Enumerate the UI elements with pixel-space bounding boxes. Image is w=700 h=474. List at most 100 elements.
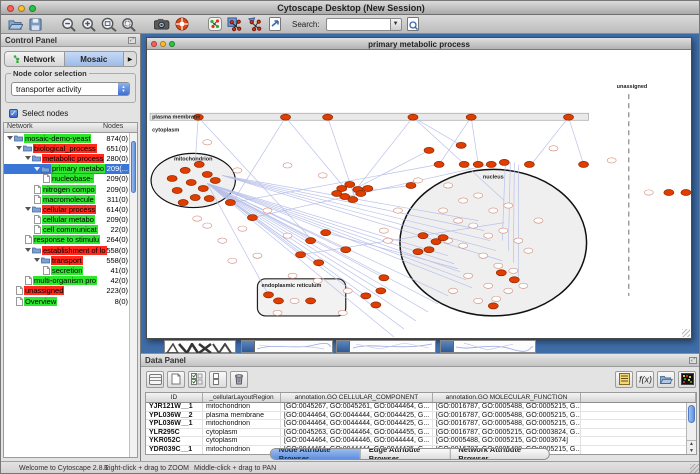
tree-row-macromolecule[interactable]: macromolecule311(0): [4, 194, 137, 204]
network-node-unselected[interactable]: [273, 310, 282, 315]
network-window-titlebar[interactable]: primary metabolic process: [147, 38, 691, 50]
tree-row-cellular-metabo[interactable]: cellular metabo209(0): [4, 215, 137, 225]
tree-row-biological-process[interactable]: biological_process651(0): [4, 143, 137, 153]
network-node-unselected[interactable]: [492, 296, 501, 301]
network-node[interactable]: [341, 247, 351, 253]
network-node-unselected[interactable]: [494, 263, 503, 268]
network-node-unselected[interactable]: [484, 283, 493, 288]
network-node-unselected[interactable]: [253, 253, 262, 258]
network-node[interactable]: [488, 303, 498, 309]
expand-triangle-icon[interactable]: [7, 136, 13, 140]
network-node[interactable]: [376, 288, 386, 294]
network-node-unselected[interactable]: [519, 283, 528, 288]
help-ring-icon[interactable]: [173, 16, 190, 32]
zoom-selected-region-icon[interactable]: [100, 16, 117, 32]
network-node-unselected[interactable]: [469, 223, 478, 228]
tree-row-primary-metabo[interactable]: primary metabo209(...: [4, 164, 137, 174]
zoom-out-icon[interactable]: [60, 16, 77, 32]
tab-overflow-arrow[interactable]: ▶: [124, 56, 136, 63]
network-node-unselected[interactable]: [238, 226, 247, 231]
tree-scrollbar-thumb[interactable]: [131, 141, 136, 193]
network-node-unselected[interactable]: [449, 288, 458, 293]
network-node[interactable]: [202, 171, 212, 177]
zoom-fit-icon[interactable]: [120, 16, 137, 32]
tree-row-transport[interactable]: transport558(0): [4, 255, 137, 265]
table-scrollbar-arrows[interactable]: ▲▼: [687, 440, 696, 454]
network-node[interactable]: [281, 114, 291, 120]
attribute-list-icon[interactable]: [615, 371, 633, 388]
network-node[interactable]: [466, 114, 476, 120]
layout-b-icon[interactable]: [246, 16, 263, 32]
unselect-attributes-icon[interactable]: [209, 371, 227, 388]
network-node-unselected[interactable]: [459, 243, 468, 248]
network-node[interactable]: [306, 238, 316, 244]
network-node[interactable]: [664, 189, 674, 195]
network-node[interactable]: [379, 275, 389, 281]
network-node[interactable]: [323, 114, 333, 120]
network-view-window[interactable]: primary metabolic process plasma membran…: [146, 37, 692, 339]
tree-row-cell-communicat[interactable]: cell communicat22(0): [4, 225, 137, 235]
search-options-icon[interactable]: [405, 16, 422, 32]
column-header-2[interactable]: _cellularLayoutRegion: [203, 393, 281, 402]
network-node-unselected[interactable]: [193, 216, 202, 221]
network-node[interactable]: [408, 114, 418, 120]
network-node[interactable]: [564, 114, 574, 120]
network-node[interactable]: [486, 161, 496, 167]
expand-triangle-icon[interactable]: [34, 167, 40, 171]
network-node[interactable]: [190, 195, 200, 201]
network-node[interactable]: [204, 196, 214, 202]
network-node[interactable]: [499, 159, 509, 165]
network-node-unselected[interactable]: [413, 178, 422, 183]
import-network-icon[interactable]: [266, 16, 283, 32]
network-node-unselected[interactable]: [474, 298, 483, 303]
column-header-3[interactable]: annotation.GO CELLULAR_COMPONENT: [281, 393, 433, 402]
tree-row-nitrogen-compo[interactable]: nitrogen compo209(0): [4, 184, 137, 194]
expand-triangle-icon[interactable]: [16, 146, 22, 150]
network-node[interactable]: [172, 187, 182, 193]
network-node[interactable]: [579, 161, 589, 167]
network-node-unselected[interactable]: [454, 218, 463, 223]
search-dropdown-icon[interactable]: ▼: [390, 18, 402, 31]
background-window-fragment[interactable]: [241, 340, 333, 353]
network-node-unselected[interactable]: [383, 238, 392, 243]
network-node-unselected[interactable]: [233, 168, 242, 173]
network-node-unselected[interactable]: [549, 146, 558, 151]
background-window-fragment[interactable]: [164, 340, 236, 353]
network-node-unselected[interactable]: [459, 198, 468, 203]
tab-edge-attribute-browser[interactable]: Edge Attribute Browser: [361, 449, 451, 459]
network-node-unselected[interactable]: [288, 273, 297, 278]
network-node[interactable]: [356, 190, 366, 196]
table-row-YLR295C[interactable]: YLR295Ccytoplasm[GO:0045263, GO:0044464,…: [146, 429, 696, 438]
new-attribute-icon[interactable]: [167, 371, 185, 388]
network-node[interactable]: [225, 200, 235, 206]
network-node[interactable]: [247, 215, 257, 221]
network-node[interactable]: [167, 175, 177, 181]
column-header-4[interactable]: annotation.GO MOLECULAR_FUNCTION: [433, 393, 581, 402]
network-node[interactable]: [321, 230, 331, 236]
network-node[interactable]: [681, 189, 691, 195]
network-node[interactable]: [524, 161, 534, 167]
network-canvas[interactable]: plasma membranecytoplasmmitochondrionnuc…: [147, 50, 691, 338]
network-node-unselected[interactable]: [203, 140, 212, 145]
network-node[interactable]: [371, 302, 381, 308]
network-node[interactable]: [424, 247, 434, 253]
tree-row-overview[interactable]: Overview8(0): [4, 296, 137, 306]
network-node[interactable]: [509, 277, 519, 283]
tab-network[interactable]: Network: [5, 52, 65, 66]
save-session-button[interactable]: [27, 16, 44, 32]
attribute-table-icon[interactable]: [146, 371, 164, 388]
network-node-unselected[interactable]: [534, 218, 543, 223]
network-node-unselected[interactable]: [318, 173, 327, 178]
table-row-YPL036W__1[interactable]: YPL036W__1mitochondrion[GO:0044464, GO:0…: [146, 420, 696, 429]
table-row-YKR052C[interactable]: YKR052Ccytoplasm[GO:0044464, GO:0044446,…: [146, 437, 696, 446]
tree-row-establishment-of-lo[interactable]: establishment of lo558(0): [4, 245, 137, 255]
network-node-unselected[interactable]: [283, 233, 292, 238]
network-node-unselected[interactable]: [489, 208, 498, 213]
network-node[interactable]: [296, 252, 306, 258]
network-node[interactable]: [345, 181, 355, 187]
expand-triangle-icon[interactable]: [25, 248, 31, 252]
tab-mosaic[interactable]: Mosaic: [65, 52, 125, 66]
float-panel-icon[interactable]: ⤢: [689, 357, 697, 364]
network-overview-icon[interactable]: [206, 16, 223, 32]
search-input[interactable]: [326, 18, 390, 31]
